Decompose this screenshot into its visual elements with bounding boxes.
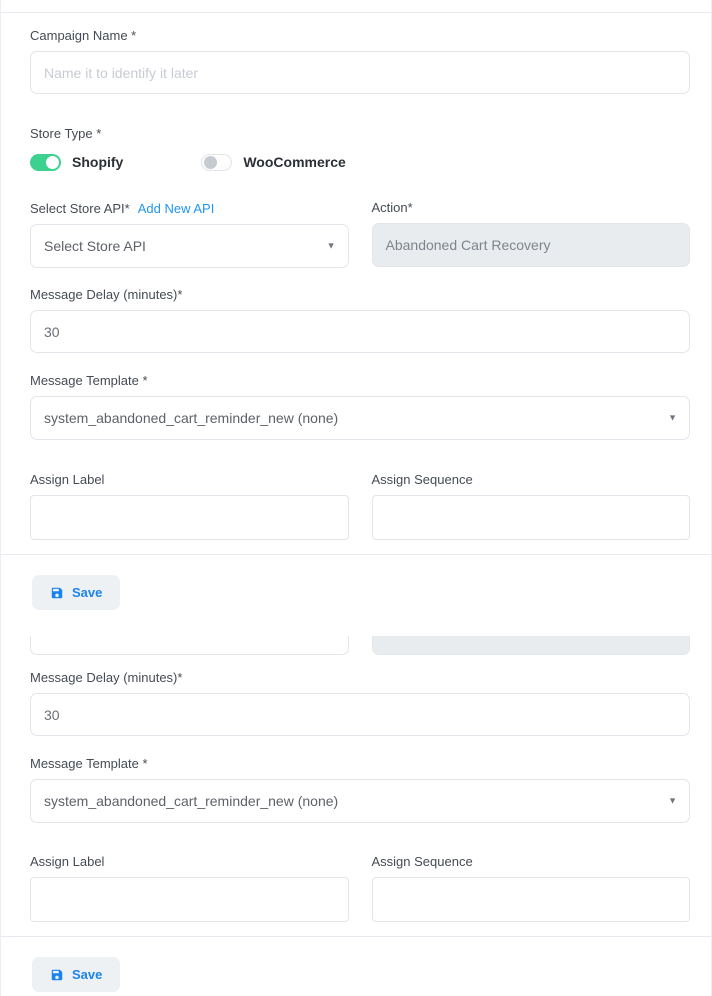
message-template-label: Message Template * bbox=[30, 374, 690, 388]
form-2-footer: Save bbox=[30, 937, 690, 996]
top-divider bbox=[1, 0, 711, 13]
chevron-down-icon: ▼ bbox=[327, 242, 336, 251]
clipped-select-row bbox=[30, 636, 690, 655]
campaign-form-1: Campaign Name * Store Type * Shopify Woo… bbox=[1, 29, 711, 996]
store-type-label: Store Type * bbox=[30, 127, 690, 141]
store-api-select-value: Select Store API bbox=[44, 238, 146, 254]
assign-sequence-input[interactable] bbox=[372, 495, 691, 540]
save-icon bbox=[50, 968, 64, 982]
message-template-label: Message Template * bbox=[30, 757, 690, 771]
shopify-toggle-group: Shopify bbox=[30, 154, 123, 171]
assign-label-input[interactable] bbox=[30, 495, 349, 540]
form-1-footer: Save bbox=[30, 555, 690, 623]
message-template-select-value: system_abandoned_cart_reminder_new (none… bbox=[44, 793, 338, 809]
assign-sequence-input-2[interactable] bbox=[372, 877, 691, 922]
store-type-toggles: Shopify WooCommerce bbox=[30, 153, 690, 171]
chevron-down-icon: ▼ bbox=[668, 414, 677, 423]
assign-sequence-label: Assign Sequence bbox=[372, 473, 691, 487]
campaign-form-page: Campaign Name * Store Type * Shopify Woo… bbox=[0, 0, 712, 996]
shopify-toggle-label: Shopify bbox=[72, 154, 123, 170]
save-button-2[interactable]: Save bbox=[32, 957, 120, 992]
store-api-label: Select Store API* bbox=[30, 202, 130, 216]
message-template-select-2[interactable]: system_abandoned_cart_reminder_new (none… bbox=[30, 779, 690, 823]
campaign-name-label: Campaign Name * bbox=[30, 29, 690, 43]
woocommerce-toggle[interactable] bbox=[201, 154, 232, 171]
assign-sequence-label: Assign Sequence bbox=[372, 855, 691, 869]
clipped-store-api-select[interactable] bbox=[30, 636, 349, 655]
store-api-select[interactable]: Select Store API ▼ bbox=[30, 224, 349, 268]
message-template-select[interactable]: system_abandoned_cart_reminder_new (none… bbox=[30, 396, 690, 440]
campaign-name-input[interactable] bbox=[30, 51, 690, 94]
save-button-label: Save bbox=[72, 967, 102, 982]
save-icon bbox=[50, 586, 64, 600]
action-input-value: Abandoned Cart Recovery bbox=[386, 237, 551, 253]
message-delay-label: Message Delay (minutes)* bbox=[30, 288, 690, 302]
assign-label-input-2[interactable] bbox=[30, 877, 349, 922]
message-delay-label: Message Delay (minutes)* bbox=[30, 671, 690, 685]
shopify-toggle[interactable] bbox=[30, 154, 61, 171]
action-label: Action* bbox=[372, 201, 691, 215]
message-delay-input[interactable] bbox=[30, 310, 690, 353]
message-template-select-value: system_abandoned_cart_reminder_new (none… bbox=[44, 410, 338, 426]
chevron-down-icon: ▼ bbox=[668, 797, 677, 806]
add-new-api-link[interactable]: Add New API bbox=[138, 201, 215, 216]
assign-label-label: Assign Label bbox=[30, 855, 349, 869]
clipped-action-input bbox=[372, 636, 691, 655]
woocommerce-toggle-label: WooCommerce bbox=[243, 154, 345, 170]
save-button[interactable]: Save bbox=[32, 575, 120, 610]
toggle-knob bbox=[46, 156, 59, 169]
action-input: Abandoned Cart Recovery bbox=[372, 223, 691, 267]
save-button-label: Save bbox=[72, 585, 102, 600]
toggle-knob bbox=[204, 156, 217, 169]
assign-label-label: Assign Label bbox=[30, 473, 349, 487]
woocommerce-toggle-group: WooCommerce bbox=[201, 154, 345, 171]
campaign-form-2: Message Delay (minutes)* Message Templat… bbox=[30, 636, 690, 996]
message-delay-input-2[interactable] bbox=[30, 693, 690, 736]
